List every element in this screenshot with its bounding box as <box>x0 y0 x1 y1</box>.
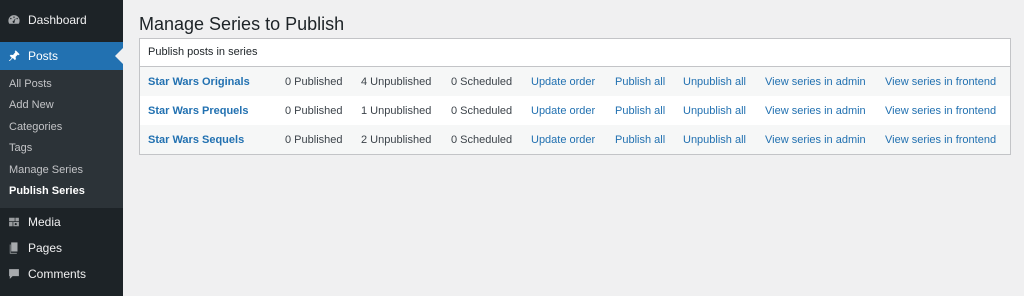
view-in-admin-link[interactable]: View series in admin <box>765 75 866 89</box>
submenu-categories[interactable]: Categories <box>9 120 62 134</box>
submenu-publish-series[interactable]: Publish Series <box>9 184 85 198</box>
publish-all-link[interactable]: Publish all <box>615 104 665 118</box>
unpublish-all-link[interactable]: Unpublish all <box>683 104 746 118</box>
update-order-link[interactable]: Update order <box>531 104 595 118</box>
unpublished-count: 2 Unpublished <box>361 134 432 146</box>
pushpin-icon <box>7 49 21 63</box>
menu-dashboard[interactable]: Dashboard <box>0 8 123 32</box>
unpublish-all-link[interactable]: Unpublish all <box>683 133 746 147</box>
series-name-link[interactable]: Star Wars Sequels <box>148 133 244 147</box>
published-count: 0 Published <box>285 76 343 88</box>
published-count: 0 Published <box>285 105 343 117</box>
series-name-link[interactable]: Star Wars Originals <box>148 75 250 89</box>
series-table: Publish posts in series Star Wars Origin… <box>139 38 1011 155</box>
view-in-frontend-link[interactable]: View series in frontend <box>885 75 996 89</box>
menu-comments-label: Comments <box>28 267 87 281</box>
view-in-admin-link[interactable]: View series in admin <box>765 104 866 118</box>
scheduled-count: 0 Scheduled <box>451 134 513 146</box>
table-header-label: Publish posts in series <box>148 46 258 58</box>
view-in-admin-link[interactable]: View series in admin <box>765 133 866 147</box>
table-row: Star Wars Originals 0 Published 4 Unpubl… <box>140 67 1010 96</box>
unpublished-count: 4 Unpublished <box>361 76 432 88</box>
scheduled-count: 0 Scheduled <box>451 76 513 88</box>
dashboard-icon <box>7 13 21 27</box>
menu-pages-label: Pages <box>28 241 63 255</box>
update-order-link[interactable]: Update order <box>531 75 595 89</box>
pages-icon <box>7 241 21 255</box>
view-in-frontend-link[interactable]: View series in frontend <box>885 104 996 118</box>
published-count: 0 Published <box>285 134 343 146</box>
menu-pages[interactable]: Pages <box>0 236 123 260</box>
unpublish-all-link[interactable]: Unpublish all <box>683 75 746 89</box>
submenu-tags[interactable]: Tags <box>9 141 32 155</box>
media-icon <box>7 215 21 229</box>
publish-all-link[interactable]: Publish all <box>615 133 665 147</box>
comments-icon <box>7 267 21 281</box>
menu-dashboard-label: Dashboard <box>28 13 87 27</box>
unpublished-count: 1 Unpublished <box>361 105 432 117</box>
submenu-add-new[interactable]: Add New <box>9 98 54 112</box>
scheduled-count: 0 Scheduled <box>451 105 513 117</box>
publish-all-link[interactable]: Publish all <box>615 75 665 89</box>
view-in-frontend-link[interactable]: View series in frontend <box>885 133 996 147</box>
admin-sidebar: Dashboard Posts All Posts Add New Catego… <box>0 0 123 296</box>
update-order-link[interactable]: Update order <box>531 133 595 147</box>
menu-posts[interactable]: Posts <box>0 42 123 70</box>
series-name-link[interactable]: Star Wars Prequels <box>148 104 248 118</box>
page-title: Manage Series to Publish <box>139 14 345 34</box>
posts-submenu: All Posts Add New Categories Tags Manage… <box>0 70 123 208</box>
submenu-all-posts[interactable]: All Posts <box>9 77 52 91</box>
table-row: Star Wars Sequels 0 Published 2 Unpublis… <box>140 125 1010 154</box>
menu-posts-label: Posts <box>28 49 59 63</box>
menu-media[interactable]: Media <box>0 210 123 234</box>
submenu-manage-series[interactable]: Manage Series <box>9 163 83 177</box>
table-header: Publish posts in series <box>140 39 1010 67</box>
menu-media-label: Media <box>28 215 61 229</box>
table-row: Star Wars Prequels 0 Published 1 Unpubli… <box>140 96 1010 125</box>
menu-comments[interactable]: Comments <box>0 262 123 286</box>
